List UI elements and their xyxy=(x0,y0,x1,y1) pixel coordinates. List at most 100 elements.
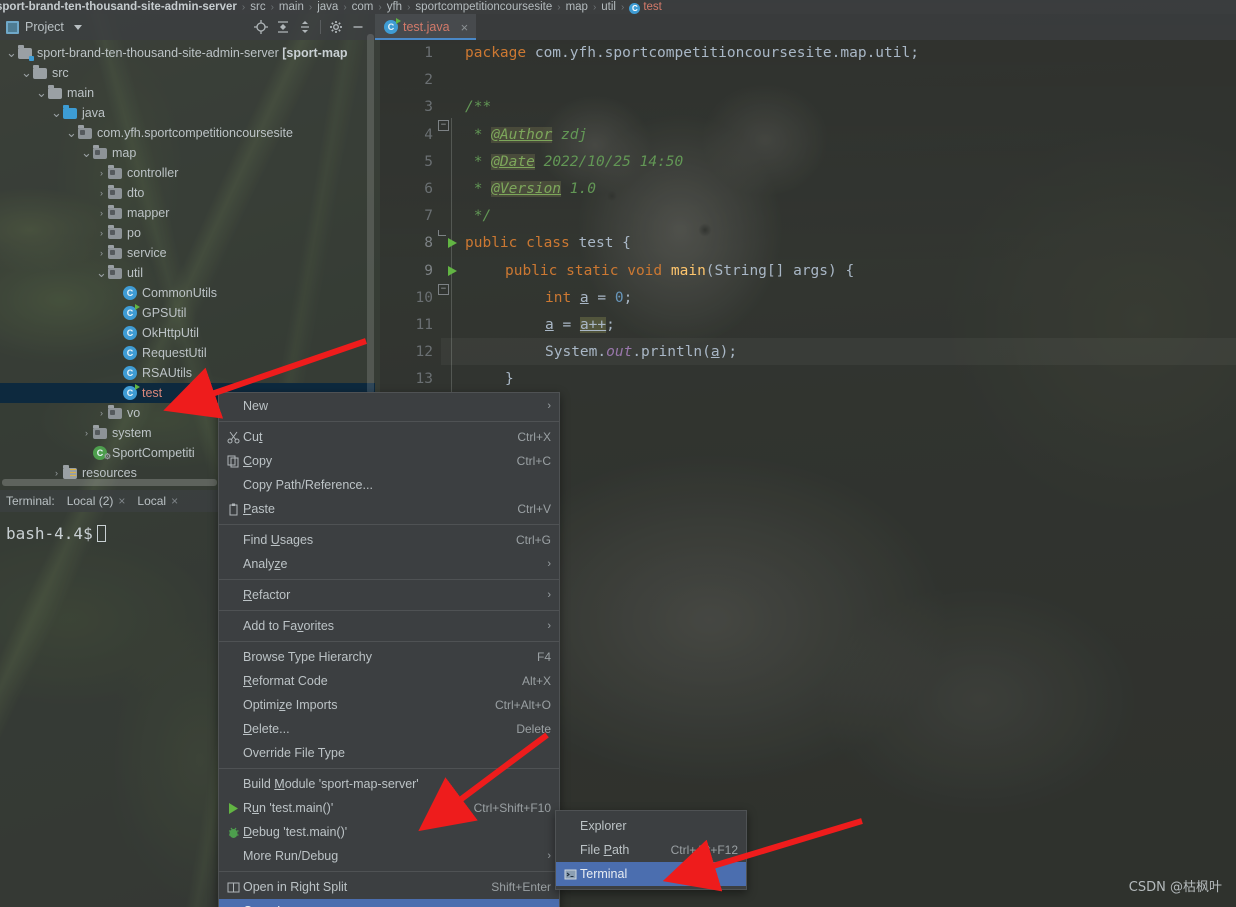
close-icon[interactable]: × xyxy=(118,494,125,508)
chevron-down-icon[interactable]: ⌄ xyxy=(21,66,32,79)
tree-node-label: map xyxy=(112,146,137,160)
gear-icon[interactable] xyxy=(325,16,347,38)
chevron-down-icon[interactable]: ⌄ xyxy=(6,46,17,59)
fold-marker-method[interactable]: − xyxy=(438,284,449,295)
project-title-button[interactable]: Project xyxy=(6,20,82,34)
project-tree-vertical-scrollbar[interactable] xyxy=(367,34,374,394)
breadcrumb-file[interactable]: Ctest xyxy=(629,1,662,14)
fold-marker-close[interactable] xyxy=(438,230,446,236)
menu-item-terminal[interactable]: Terminal xyxy=(556,862,746,886)
menu-item-file-path[interactable]: File Path Ctrl+Alt+F12 xyxy=(556,838,746,862)
tree-node-java[interactable]: ⌄ java xyxy=(0,103,375,123)
tree-node-util[interactable]: ⌄ util xyxy=(0,263,375,283)
tree-node-okhttputil[interactable]: C OkHttpUtil xyxy=(0,323,375,343)
chevron-down-icon[interactable]: ⌄ xyxy=(81,146,92,159)
menu-item-build-module-sport-map-server[interactable]: Build Module 'sport-map-server' xyxy=(219,772,559,796)
chevron-right-icon[interactable]: › xyxy=(96,408,107,418)
breadcrumb-item[interactable]: src xyxy=(250,1,265,13)
tree-node-requestutil[interactable]: C RequestUtil xyxy=(0,343,375,363)
tree-node-com-yfh-sportcompetitioncoursesite[interactable]: ⌄ com.yfh.sportcompetitioncoursesite xyxy=(0,123,375,143)
menu-item-label: Find Usages xyxy=(243,533,314,547)
chevron-down-icon[interactable]: ⌄ xyxy=(66,126,77,139)
menu-item-open-in[interactable]: Open In› xyxy=(219,899,559,907)
menu-item-reformat-code[interactable]: Reformat Code Alt+X xyxy=(219,669,559,693)
chevron-right-icon[interactable]: › xyxy=(96,168,107,178)
collapse-all-icon[interactable] xyxy=(294,16,316,38)
menu-item-label: Terminal xyxy=(580,867,628,881)
chevron-down-icon[interactable]: ⌄ xyxy=(36,86,47,99)
tree-node-controller[interactable]: › controller xyxy=(0,163,375,183)
tree-node-po[interactable]: › po xyxy=(0,223,375,243)
breadcrumb-item[interactable]: yfh xyxy=(387,1,402,13)
tree-node-gpsutil[interactable]: C GPSUtil xyxy=(0,303,375,323)
menu-item-new[interactable]: New › xyxy=(219,394,559,418)
tree-node-service[interactable]: › service xyxy=(0,243,375,263)
breadcrumb-item[interactable]: java xyxy=(317,1,338,13)
run-gutter-icon[interactable] xyxy=(448,265,457,276)
chevron-down-icon[interactable] xyxy=(73,24,82,30)
tree-node-rsautils[interactable]: C RSAUtils xyxy=(0,363,375,383)
tree-node-commonutils[interactable]: C CommonUtils xyxy=(0,283,375,303)
chevron-right-icon[interactable]: › xyxy=(96,188,107,198)
chevron-right-icon[interactable]: › xyxy=(96,208,107,218)
chevron-right-icon[interactable]: › xyxy=(96,248,107,258)
breadcrumb-item[interactable]: main xyxy=(279,1,304,13)
menu-item-more-run-debug[interactable]: More Run/Debug › xyxy=(219,844,559,868)
breadcrumb-item[interactable]: util xyxy=(601,1,616,13)
java-class-icon: C xyxy=(384,18,401,34)
menu-item-copy-path-reference[interactable]: Copy Path/Reference... xyxy=(219,473,559,497)
menu-item-copy[interactable]: Copy Ctrl+C xyxy=(219,449,559,473)
locate-icon[interactable] xyxy=(250,16,272,38)
terminal-tab-local-2[interactable]: Local (2) × xyxy=(67,494,126,508)
menu-item-shortcut: Alt+X xyxy=(521,674,551,688)
tab-test-java[interactable]: C test.java × xyxy=(375,14,477,40)
menu-item-run-test-main[interactable]: Run 'test.main()' Ctrl+Shift+F10 xyxy=(219,796,559,820)
menu-item-refactor[interactable]: Refactor › xyxy=(219,583,559,607)
tree-node-map[interactable]: ⌄ map xyxy=(0,143,375,163)
chevron-right-icon[interactable]: › xyxy=(81,428,92,438)
breadcrumb-item[interactable]: sport-brand-ten-thousand-site-admin-serv… xyxy=(0,1,237,13)
terminal-tab-local[interactable]: Local × xyxy=(137,494,178,508)
open-in-submenu[interactable]: Explorer File Path Ctrl+Alt+F12 Terminal xyxy=(555,810,747,890)
terminal-cursor xyxy=(96,525,106,542)
line-number: 13 xyxy=(415,371,433,388)
line-number: 8 xyxy=(375,230,457,257)
breadcrumb-item[interactable]: sportcompetitioncoursesite xyxy=(415,1,552,13)
menu-item-cut[interactable]: Cut Ctrl+X xyxy=(219,425,559,449)
project-tree-horizontal-scrollbar[interactable] xyxy=(2,479,217,486)
menu-item-add-to-favorites[interactable]: Add to Favorites › xyxy=(219,614,559,638)
menu-item-browse-type-hierarchy[interactable]: Browse Type Hierarchy F4 xyxy=(219,645,559,669)
breadcrumb-item[interactable]: com xyxy=(352,1,374,13)
close-icon[interactable]: × xyxy=(171,494,178,508)
terminal-output[interactable]: bash-4.4$ xyxy=(0,512,232,907)
tree-node-dto[interactable]: › dto xyxy=(0,183,375,203)
tree-node-mapper[interactable]: › mapper xyxy=(0,203,375,223)
menu-item-delete[interactable]: Delete... Delete xyxy=(219,717,559,741)
menu-item-explorer[interactable]: Explorer xyxy=(556,814,746,838)
expand-all-icon[interactable] xyxy=(272,16,294,38)
tree-node-sport-brand-ten-thousand-site-admin-server[interactable]: ⌄ sport-brand-ten-thousand-site-admin-ser… xyxy=(0,43,375,63)
tree-node-src[interactable]: ⌄ src xyxy=(0,63,375,83)
menu-item-open-in-right-split[interactable]: Open in Right Split Shift+Enter xyxy=(219,875,559,899)
menu-item-shortcut: Delete xyxy=(516,722,551,736)
context-menu[interactable]: New › Cut Ctrl+X Copy Ctrl+C Copy Path/Referen… xyxy=(218,392,560,907)
chevron-right-icon[interactable]: › xyxy=(51,468,62,478)
menu-item-debug-test-main[interactable]: Debug 'test.main()' xyxy=(219,820,559,844)
menu-item-shortcut: Ctrl+Alt+O xyxy=(494,698,551,712)
menu-item-optimize-imports[interactable]: Optimize Imports Ctrl+Alt+O xyxy=(219,693,559,717)
run-gutter-icon[interactable] xyxy=(448,238,457,249)
menu-item-paste[interactable]: Paste Ctrl+V xyxy=(219,497,559,521)
menu-item-analyze[interactable]: Analyze › xyxy=(219,552,559,576)
chevron-right-icon[interactable]: › xyxy=(96,228,107,238)
menu-item-find-usages[interactable]: Find Usages Ctrl+G xyxy=(219,528,559,552)
tree-node-main[interactable]: ⌄ main xyxy=(0,83,375,103)
hide-panel-icon[interactable] xyxy=(347,16,369,38)
fold-marker-open[interactable]: − xyxy=(438,120,449,131)
menu-item-override-file-type[interactable]: Override File Type xyxy=(219,741,559,765)
close-icon[interactable]: × xyxy=(461,20,469,35)
tree-node-label: controller xyxy=(127,166,179,180)
chevron-down-icon[interactable]: ⌄ xyxy=(96,266,107,279)
menu-item-label: Copy xyxy=(243,454,273,468)
chevron-down-icon[interactable]: ⌄ xyxy=(51,106,62,119)
breadcrumb-item[interactable]: map xyxy=(566,1,588,13)
